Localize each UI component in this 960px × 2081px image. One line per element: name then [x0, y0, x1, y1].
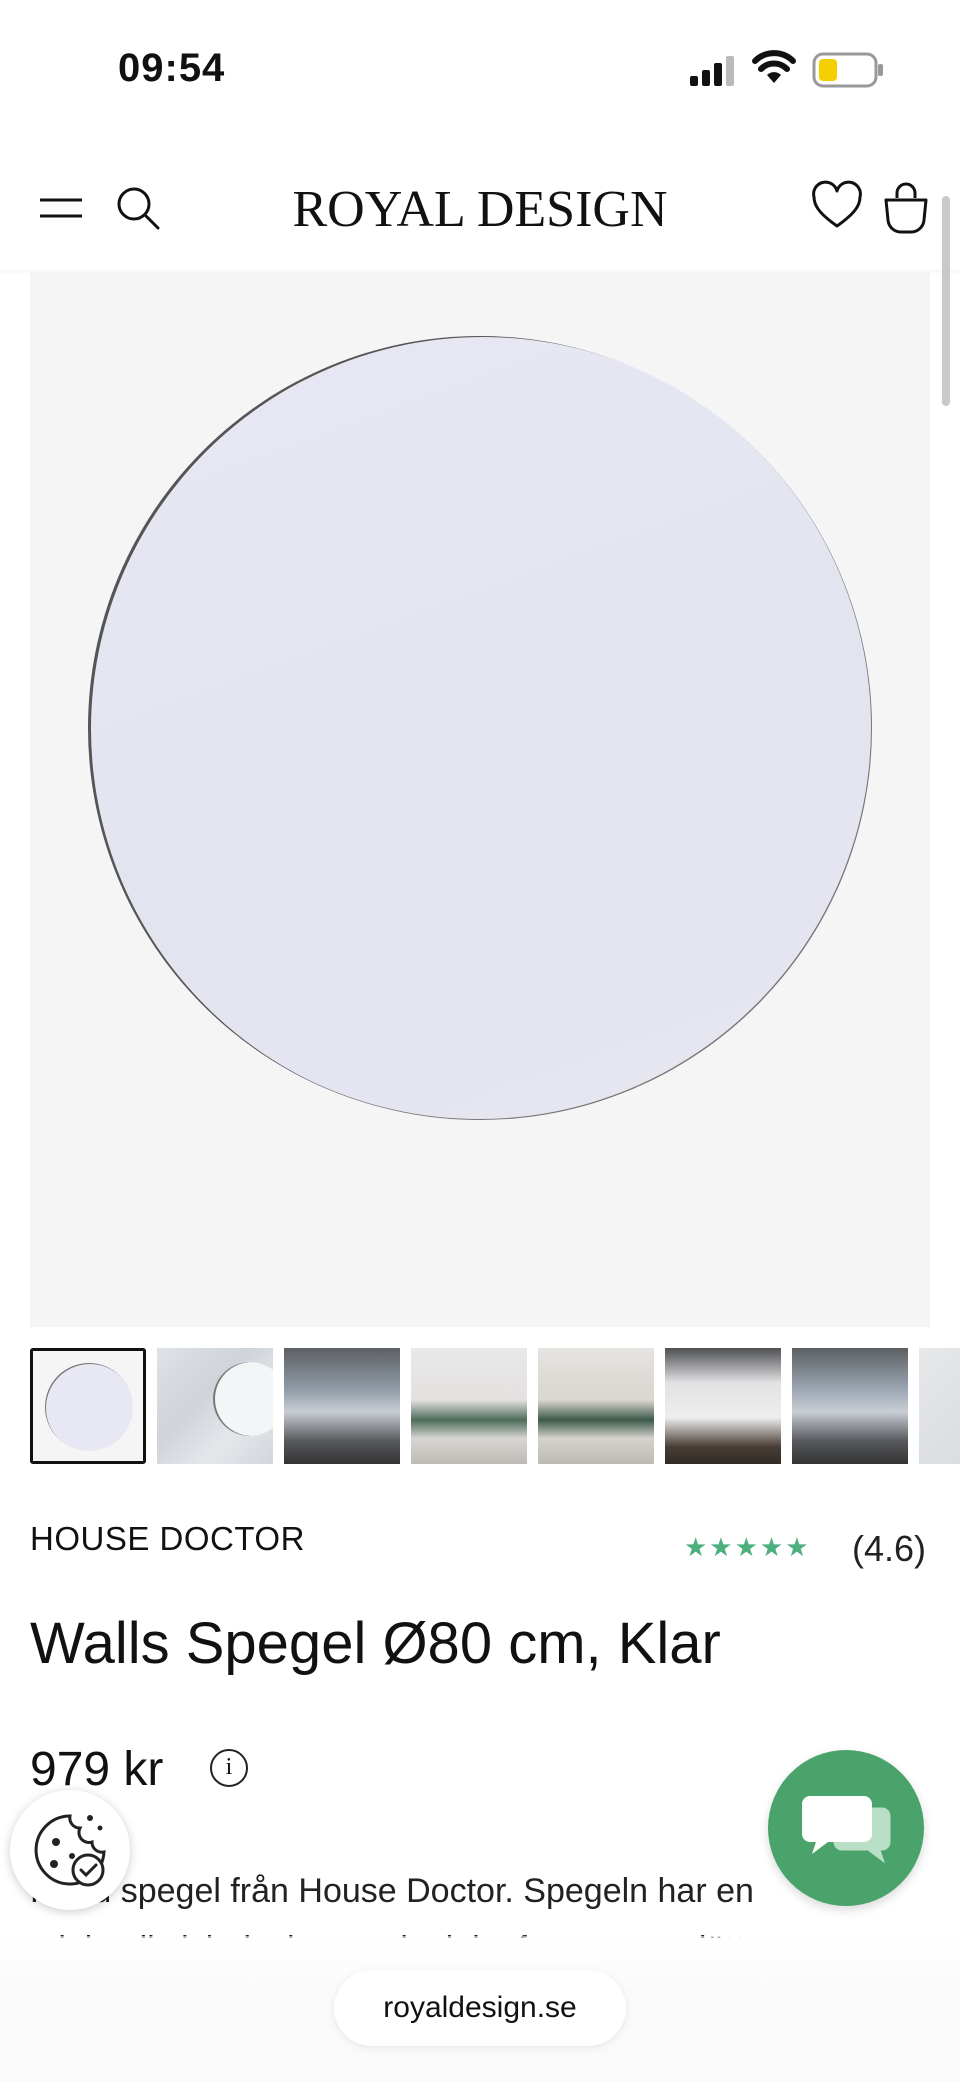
product-title: Walls Spegel Ø80 cm, Klar	[30, 1611, 721, 1676]
status-time: 09:54	[118, 46, 226, 90]
product-price: 979 kr	[30, 1743, 164, 1796]
shopping-bag-icon[interactable]	[880, 178, 932, 236]
round-mirror-image	[88, 336, 872, 1120]
page-scrollbar[interactable]	[942, 196, 950, 406]
battery-icon	[812, 52, 883, 88]
thumbnail-room-2[interactable]	[792, 1348, 908, 1464]
rating-stars[interactable]: ★★★★★	[684, 1532, 811, 1563]
rating-value[interactable]: (4.6)	[852, 1528, 926, 1570]
thumbnail-room-1[interactable]	[284, 1348, 400, 1464]
cookie-settings-button[interactable]	[10, 1790, 130, 1910]
wifi-icon	[752, 50, 796, 83]
url-bar[interactable]: royaldesign.se	[334, 1970, 626, 2046]
chat-icon	[802, 1796, 891, 1864]
info-icon[interactable]: i	[210, 1749, 248, 1787]
status-bar: 09:54	[0, 0, 960, 140]
thumbnail-living-room-2[interactable]	[538, 1348, 654, 1464]
thumbnail-mirror[interactable]	[30, 1348, 146, 1464]
thumbnail-living-room-1[interactable]	[411, 1348, 527, 1464]
heart-icon[interactable]	[810, 180, 864, 234]
thumbnail-marble-2[interactable]	[919, 1348, 960, 1464]
cookie-icon	[34, 1814, 106, 1887]
product-brand[interactable]: HOUSE DOCTOR	[30, 1520, 305, 1558]
browser-toolbar: royaldesign.se	[0, 1936, 960, 2081]
thumbnail-mirror-marble[interactable]	[157, 1348, 273, 1464]
cellular-signal-icon	[690, 56, 734, 86]
thumbnail-strip[interactable]	[30, 1348, 960, 1464]
chat-button[interactable]	[768, 1750, 924, 1906]
site-header: ROYAL DESIGN	[0, 140, 960, 270]
product-description: Rund spegel från House Doctor. Spegeln h…	[30, 1872, 754, 1938]
thumbnail-desk-room[interactable]	[665, 1348, 781, 1464]
product-main-image[interactable]	[30, 272, 930, 1327]
